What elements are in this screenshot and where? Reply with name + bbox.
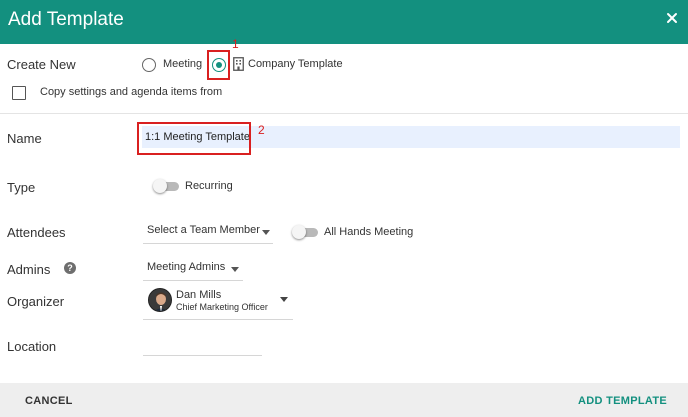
annotation-marker-2: 2: [258, 123, 265, 137]
help-icon[interactable]: ?: [64, 262, 76, 274]
organizer-name: Dan Mills: [176, 289, 222, 301]
cancel-button[interactable]: CANCEL: [25, 395, 73, 407]
annotation-box-2: [137, 122, 251, 155]
admins-label: Admins: [7, 262, 51, 277]
add-template-button[interactable]: ADD TEMPLATE: [578, 395, 667, 407]
chevron-down-icon: [280, 297, 288, 302]
name-label: Name: [7, 131, 42, 146]
attendees-label: Attendees: [7, 225, 66, 240]
avatar: [148, 288, 172, 312]
team-member-select[interactable]: Select a Team Member: [143, 220, 273, 244]
recurring-label: Recurring: [185, 180, 233, 192]
toggle-knob: [153, 179, 167, 193]
all-hands-label: All Hands Meeting: [324, 226, 414, 238]
organizer-role: Chief Marketing Officer: [176, 302, 268, 312]
meeting-radio[interactable]: [142, 58, 156, 72]
dialog-title: Add Template: [8, 9, 124, 30]
recurring-toggle[interactable]: [153, 179, 179, 193]
chevron-down-icon: [231, 267, 239, 272]
close-icon[interactable]: [665, 11, 679, 25]
all-hands-toggle[interactable]: [292, 225, 318, 239]
create-new-label: Create New: [7, 57, 76, 72]
team-member-select-value: Select a Team Member: [147, 224, 260, 236]
type-label: Type: [7, 180, 36, 195]
dialog-header: Add Template: [0, 0, 688, 44]
admins-select[interactable]: Meeting Admins: [143, 257, 243, 281]
location-label: Location: [7, 339, 57, 354]
company-template-radio-label: Company Template: [248, 58, 343, 70]
admins-select-value: Meeting Admins: [147, 261, 226, 273]
location-input[interactable]: [143, 335, 262, 355]
toggle-knob: [292, 225, 306, 239]
copy-settings-checkbox[interactable]: [12, 86, 26, 100]
meeting-radio-label: Meeting: [163, 58, 203, 70]
building-icon: [233, 57, 244, 76]
annotation-marker-1: 1: [232, 37, 239, 51]
chevron-down-icon: [262, 230, 270, 235]
annotation-box-1: [207, 50, 230, 80]
dialog-footer: CANCEL ADD TEMPLATE: [0, 383, 688, 417]
section-divider: [0, 113, 688, 114]
organizer-label: Organizer: [7, 294, 65, 309]
location-underline: [143, 355, 262, 356]
copy-settings-label: Copy settings and agenda items from: [40, 86, 223, 98]
